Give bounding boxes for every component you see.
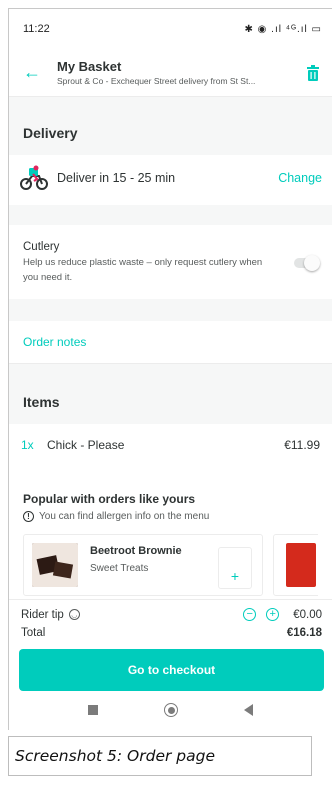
section-gap [9,97,332,111]
status-bar: 11:22 ✱ ◉ .ıl ⁴ᴳ.ıl ▭ [9,9,332,49]
cutlery-title: Cutlery [23,241,60,253]
delivery-section-title: Delivery [9,111,332,155]
back-arrow-icon[interactable]: ← [23,62,45,83]
home-icon[interactable] [164,703,178,717]
allergen-note: ! You can find allergen info on the menu [23,511,318,522]
cutlery-row: Cutlery Help us reduce plastic waste – o… [9,225,332,299]
status-icons: ✱ ◉ .ıl ⁴ᴳ.ıl ▭ [244,23,322,35]
toggle-knob [304,255,320,271]
total-label: Total [21,627,46,639]
checkout-button[interactable]: Go to checkout [19,649,324,691]
android-nav-bar [9,689,332,730]
rider-tip-row: Rider tip ◡ − + €0.00 [9,600,332,623]
restaurant-subtitle: Sprout & Co - Exchequer Street delivery … [57,76,256,86]
page-title: My Basket [57,59,122,74]
order-notes-link[interactable]: Order notes [9,321,332,364]
popular-title: Popular with orders like yours [23,492,196,506]
header-text: My Basket Sprout & Co - Exchequer Street… [57,59,302,86]
tip-plus-button[interactable]: + [266,608,280,621]
product-image [32,543,78,587]
popular-section: Popular with orders like yours ! You can… [9,466,332,596]
popular-cards: Beetroot Brownie Sweet Treats + [23,534,318,596]
info-icon: ! [23,511,34,522]
checkout-footer: Rider tip ◡ − + €0.00 Total €16.18 Go to… [9,599,332,691]
rider-tip-text: Rider tip [21,608,64,621]
allergen-text: You can find allergen info on the menu [39,511,210,522]
rider-tip-label: Rider tip ◡ [21,609,243,621]
item-name: Chick - Please [47,438,125,452]
cutlery-toggle[interactable] [294,255,320,271]
cutlery-description: Help us reduce plastic waste – only requ… [23,257,263,283]
trash-icon-svg [307,64,319,81]
app-header: ← My Basket Sprout & Co - Exchequer Stre… [9,49,332,97]
product-image [286,543,316,587]
smile-icon[interactable]: ◡ [68,609,80,620]
change-delivery-link[interactable]: Change [278,171,322,185]
status-time: 11:22 [23,23,50,35]
section-gap [9,299,332,321]
screenshot-caption: Screenshot 5: Order page [8,736,312,776]
delivery-eta: Deliver in 15 - 25 min [57,171,176,185]
item-quantity: 1x [21,438,34,452]
phone-screen: 11:22 ✱ ◉ .ıl ⁴ᴳ.ıl ▭ ← My Basket Sprout… [8,8,332,730]
trash-icon[interactable] [302,64,324,81]
item-price: €11.99 [284,438,320,452]
tip-value: €0.00 [293,608,322,621]
product-card[interactable]: Beetroot Brownie Sweet Treats + [23,534,263,596]
section-gap [9,364,332,380]
items-section-title: Items [9,380,332,424]
basket-item-row[interactable]: 1x Chick - Please €11.99 [9,424,332,466]
recents-icon[interactable] [88,705,98,715]
delivery-row: Deliver in 15 - 25 min Change [9,155,332,205]
total-row: Total €16.18 [9,623,332,645]
tip-minus-button[interactable]: − [243,608,257,621]
product-card-partial[interactable] [273,534,318,596]
total-value: €16.18 [286,627,322,639]
section-gap [9,205,332,225]
cutlery-text: Cutlery Help us reduce plastic waste – o… [23,241,294,285]
add-product-button[interactable]: + [218,547,252,589]
rider-icon [20,165,48,190]
nav-back-icon[interactable] [244,704,253,716]
